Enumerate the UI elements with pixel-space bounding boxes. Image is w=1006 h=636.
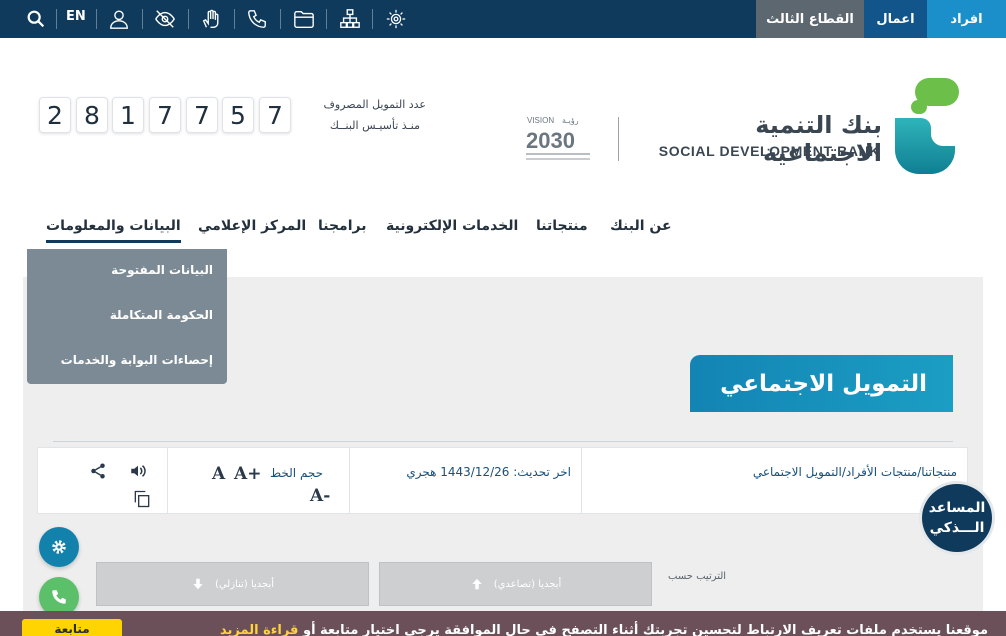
svg-text:2030: 2030 bbox=[526, 128, 575, 153]
gear-icon bbox=[52, 540, 66, 554]
counter-digit: 8 bbox=[76, 97, 108, 133]
tab-business[interactable]: اعمال bbox=[864, 0, 927, 38]
search-icon[interactable] bbox=[24, 7, 48, 31]
dropdown-integrated-government[interactable]: الحكومة المتكاملة bbox=[110, 308, 213, 322]
counter-digit: 7 bbox=[186, 97, 218, 133]
sign-language-icon[interactable] bbox=[199, 7, 223, 31]
svg-text:VISION: VISION bbox=[527, 116, 554, 125]
bank-logo[interactable] bbox=[893, 78, 959, 174]
svg-text:رؤيـة: رؤيـة bbox=[562, 116, 579, 125]
folder-icon[interactable] bbox=[292, 7, 316, 31]
counter-digit: 7 bbox=[149, 97, 181, 133]
dropdown-portal-statistics[interactable]: إحصاءات البوابة والخدمات bbox=[61, 353, 213, 367]
cookie-message: موقعنا يستخدم ملفات تعريف الارتباط لتحسي… bbox=[302, 623, 988, 636]
nav-media-center[interactable]: المركز الإعلامي bbox=[198, 218, 306, 234]
nav-about[interactable]: عن البنك bbox=[610, 218, 672, 234]
sort-ascending-button[interactable]: أبجديا (تصاعدي) bbox=[379, 562, 652, 606]
copy-icon[interactable] bbox=[131, 488, 153, 510]
counter-digit: 5 bbox=[222, 97, 254, 133]
font-decrease-button[interactable]: A- bbox=[310, 486, 330, 506]
cookie-banner: موقعنا يستخدم ملفات تعريف الارتباط لتحسي… bbox=[0, 611, 1006, 636]
divider bbox=[53, 441, 953, 442]
counter-digit: 1 bbox=[112, 97, 144, 133]
arrow-down-icon bbox=[193, 578, 203, 590]
bank-name-english: SOCIAL DEVELOPMENT BANK bbox=[658, 143, 880, 159]
page-info-bar: منتجاتنا/منتجات الأفراد/التمويل الاجتماع… bbox=[37, 447, 968, 514]
dropdown-open-data[interactable]: البيانات المفتوحة bbox=[111, 263, 213, 277]
sitemap-icon[interactable] bbox=[338, 7, 362, 31]
page-title: التمويل الاجتماعي bbox=[720, 370, 927, 397]
nav-products[interactable]: منتجاتنا bbox=[536, 218, 588, 234]
settings-emblem-icon[interactable] bbox=[384, 7, 408, 31]
settings-button[interactable] bbox=[39, 527, 79, 567]
read-more-link[interactable]: قراءة المزيد bbox=[220, 623, 298, 636]
sort-descending-button[interactable]: أبجديا (تنازلي) bbox=[96, 562, 369, 606]
font-normal-button[interactable]: A bbox=[212, 464, 225, 484]
font-size-label: حجم الخط bbox=[270, 466, 324, 480]
cookie-text-line: موقعنا يستخدم ملفات تعريف الارتباط لتحسي… bbox=[220, 623, 988, 636]
top-bar: افراد اعمال القطاع الثالث EN bbox=[0, 0, 1006, 38]
nav-data-info[interactable]: البيانات والمعلومات bbox=[46, 218, 181, 243]
user-icon[interactable] bbox=[107, 7, 131, 31]
nav-eservices[interactable]: الخدمات الإلكترونية bbox=[386, 218, 518, 234]
share-icon[interactable] bbox=[87, 460, 109, 482]
funding-counter-label: عدد التمويل المصروف bbox=[323, 98, 426, 111]
funding-counter-sublabel: منـذ تأسيـس البنــك bbox=[329, 119, 420, 132]
counter-digit: 2 bbox=[39, 97, 71, 133]
header-divider bbox=[618, 117, 619, 161]
tab-third-sector[interactable]: القطاع الثالث bbox=[756, 0, 864, 38]
sort-label: الترتيب حسب bbox=[668, 571, 727, 582]
breadcrumb[interactable]: منتجاتنا/منتجات الأفراد/التمويل الاجتماع… bbox=[753, 465, 957, 479]
language-switch[interactable]: EN bbox=[66, 9, 86, 24]
phone-icon[interactable] bbox=[245, 7, 269, 31]
cookie-continue-button[interactable]: متابعة bbox=[22, 619, 122, 636]
assistant-line-1: المساعد bbox=[928, 500, 986, 516]
nav-dropdown: البيانات المفتوحة الحكومة المتكاملة إحصا… bbox=[27, 249, 227, 384]
counter-digit: 7 bbox=[259, 97, 291, 133]
last-updated: اخر تحديث: 1443/12/26 هجري bbox=[406, 465, 571, 479]
page-title-banner: التمويل الاجتماعي bbox=[690, 355, 953, 412]
speaker-icon[interactable] bbox=[127, 460, 149, 482]
assistant-line-2: الـــذكي bbox=[929, 520, 985, 536]
tab-individuals[interactable]: افراد bbox=[927, 0, 1006, 38]
vision-2030-logo: VISION رؤيـة 2030 bbox=[526, 116, 590, 160]
sort-ascending-label: أبجديا (تصاعدي) bbox=[493, 578, 562, 590]
eye-slash-icon[interactable] bbox=[153, 7, 177, 31]
sort-descending-label: أبجديا (تنازلي) bbox=[214, 578, 275, 590]
font-increase-button[interactable]: A+ bbox=[234, 464, 261, 484]
smart-assistant-button[interactable]: المساعد الـــذكي bbox=[919, 481, 995, 555]
nav-programs[interactable]: برامجنا bbox=[318, 218, 367, 234]
arrow-up-icon bbox=[472, 578, 482, 590]
phone-icon bbox=[52, 590, 66, 604]
